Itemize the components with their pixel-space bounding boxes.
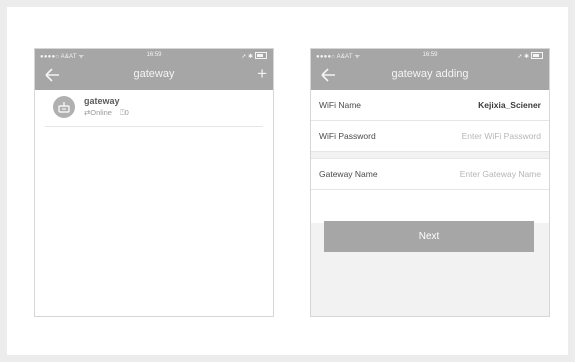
status-bar: ●●●●○ A&AT ᯤ 16:59 ➚ ✱	[311, 51, 549, 63]
status-time: 16:59	[146, 52, 162, 58]
page-title: gateway adding	[391, 68, 469, 80]
page-title: gateway	[133, 68, 175, 80]
navbar: gateway +	[35, 63, 273, 89]
plus-icon[interactable]: +	[257, 65, 267, 83]
status-online: Online	[90, 108, 112, 117]
wifi-name-value[interactable]: Kejixia_Sciener	[478, 100, 541, 110]
gateway-name-input[interactable]: Enter Gateway Name	[460, 169, 541, 179]
battery-icon	[531, 52, 543, 59]
gateway-adding-screen: ●●●●○ A&AT ᯤ 16:59 ➚ ✱ gateway adding Wi…	[310, 48, 550, 317]
device-name: gateway	[84, 96, 120, 106]
nav-header: ●●●●○ A&AT ᯤ 16:59 ➚ ✱ gateway adding	[311, 49, 549, 90]
list-item-gateway[interactable]: gateway ⇄Online ⍞0	[45, 90, 263, 127]
navbar: gateway adding	[311, 63, 549, 89]
gateway-name-field[interactable]: Gateway Name Enter Gateway Name	[311, 159, 549, 190]
nav-header: ●●●●○ A&AT ᯤ 16:59 ➚ ✱ gateway +	[35, 49, 273, 90]
status-time: 16:59	[422, 52, 438, 58]
screenshot-frame: ●●●●○ A&AT ᯤ 16:59 ➚ ✱ gateway + gateway…	[7, 7, 568, 355]
status-right: ➚ ✱	[241, 52, 267, 60]
status-bar: ●●●●○ A&AT ᯤ 16:59 ➚ ✱	[35, 51, 273, 63]
wifi-password-input[interactable]: Enter WiFi Password	[462, 131, 541, 141]
next-button[interactable]: Next	[324, 221, 534, 252]
gateway-name-label: Gateway Name	[319, 169, 378, 179]
gateway-list-screen: ●●●●○ A&AT ᯤ 16:59 ➚ ✱ gateway + gateway…	[34, 48, 274, 317]
status-right: ➚ ✱	[517, 52, 543, 60]
wifi-name-field[interactable]: WiFi Name Kejixia_Sciener	[311, 90, 549, 121]
wifi-password-label: WiFi Password	[319, 131, 376, 141]
wifi-password-field[interactable]: WiFi Password Enter WiFi Password	[311, 121, 549, 152]
section-divider	[311, 152, 549, 159]
battery-icon	[255, 52, 267, 59]
gateway-icon	[53, 96, 75, 118]
wifi-name-label: WiFi Name	[319, 100, 362, 110]
device-status: ⇄Online ⍞0	[84, 108, 129, 118]
device-count: 0	[124, 108, 129, 117]
